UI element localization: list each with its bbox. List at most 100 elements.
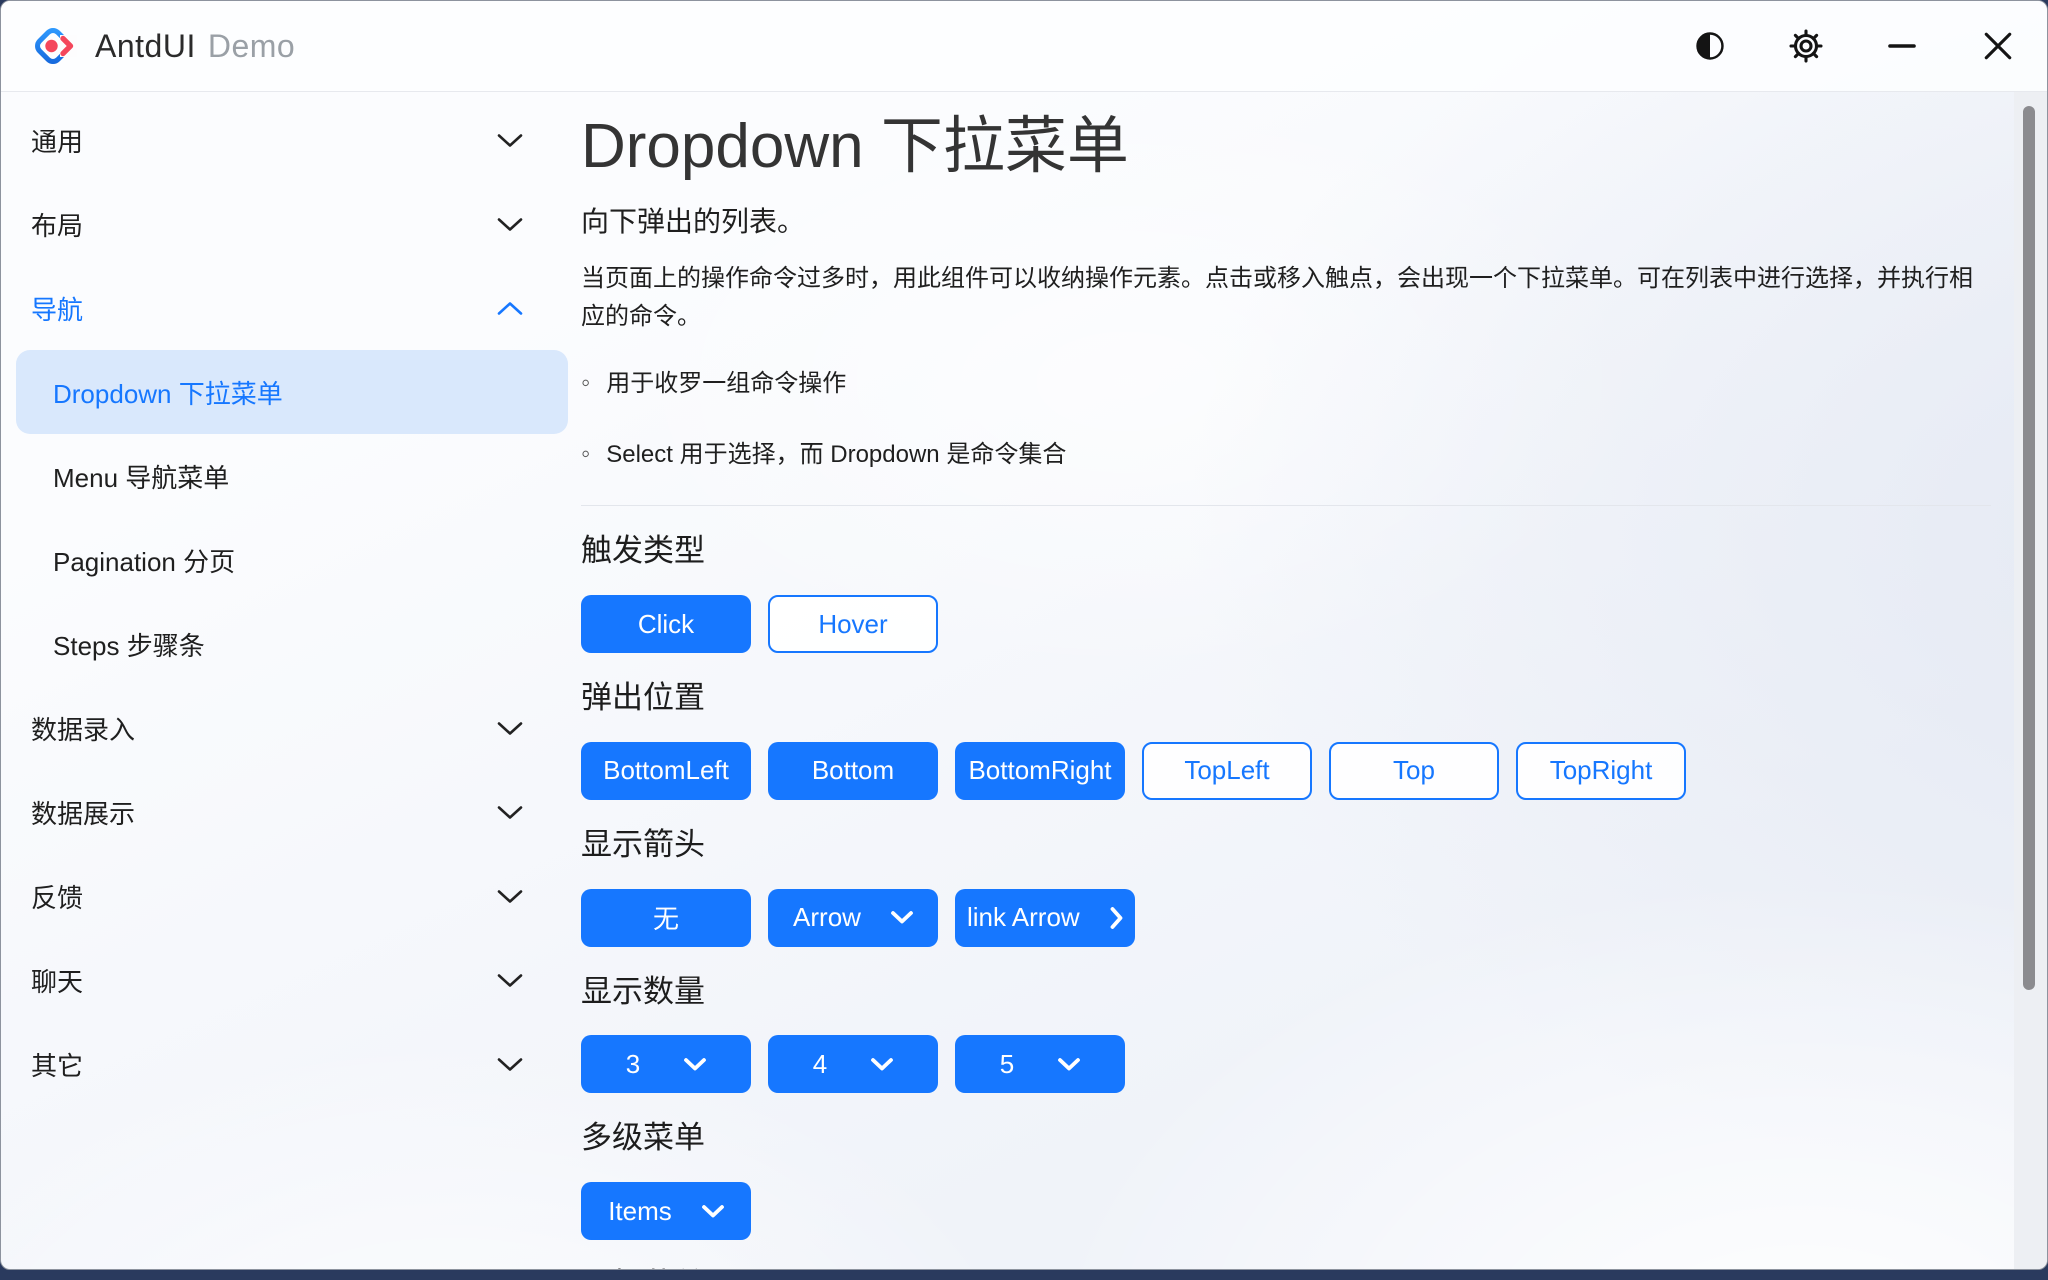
chevron-down-icon xyxy=(702,1205,724,1218)
section-icon-menu: 图标菜单 xyxy=(581,1266,1991,1270)
sidebar-category-layout[interactable]: 布局 xyxy=(16,182,568,266)
chevron-down-icon xyxy=(871,1058,893,1071)
button-label: Arrow xyxy=(793,902,861,933)
section-divider xyxy=(581,505,1991,506)
page-description: 当页面上的操作命令过多时，用此组件可以收纳操作元素。点击或移入触点，会出现一个下… xyxy=(581,260,1991,338)
placement-bottomright-button[interactable]: BottomRight xyxy=(955,742,1125,800)
page-subtitle: 向下弹出的列表。 xyxy=(581,200,1991,240)
chevron-down-icon xyxy=(497,889,523,904)
vertical-scrollbar-track[interactable] xyxy=(2014,92,2047,1269)
app-title: AntdUIDemo xyxy=(95,28,295,65)
chevron-down-icon xyxy=(497,973,523,988)
bullet-text: Select 用于选择，而 Dropdown 是命令集合 xyxy=(606,434,1066,469)
section-placement: 弹出位置 BottomLeft Bottom BottomRight TopLe… xyxy=(581,679,1991,800)
list-item: ◦ Select 用于选择，而 Dropdown 是命令集合 xyxy=(581,434,1991,469)
sidebar-category-chat[interactable]: 聊天 xyxy=(16,938,568,1022)
button-label: TopLeft xyxy=(1184,755,1269,786)
chevron-down-icon xyxy=(497,721,523,736)
button-label: TopRight xyxy=(1550,755,1653,786)
chevron-right-icon xyxy=(1110,907,1123,929)
placement-topright-button[interactable]: TopRight xyxy=(1516,742,1686,800)
section-trigger-type: 触发类型 Click Hover xyxy=(581,532,1991,653)
chevron-down-icon xyxy=(497,1057,523,1072)
button-label: Bottom xyxy=(812,755,894,786)
sidebar-item-steps[interactable]: Steps 步骤条 xyxy=(16,602,568,686)
button-label: 4 xyxy=(813,1049,827,1080)
button-label: link Arrow xyxy=(967,902,1080,933)
placement-bottomleft-button[interactable]: BottomLeft xyxy=(581,742,751,800)
theme-toggle-button[interactable] xyxy=(1685,21,1735,71)
titlebar-actions xyxy=(1685,21,2047,71)
section-heading: 弹出位置 xyxy=(581,679,1991,718)
close-button[interactable] xyxy=(1973,21,2023,71)
sidebar-item-pagination[interactable]: Pagination 分页 xyxy=(16,518,568,602)
section-heading: 显示数量 xyxy=(581,973,1991,1012)
chevron-down-icon xyxy=(1058,1058,1080,1071)
sidebar-label: Steps 步骤条 xyxy=(53,626,205,663)
sidebar-item-menu[interactable]: Menu 导航菜单 xyxy=(16,434,568,518)
gear-icon xyxy=(1788,28,1824,64)
button-row: Items xyxy=(581,1182,1991,1240)
sidebar-category-navigation[interactable]: 导航 xyxy=(16,266,568,350)
sidebar-label: 通用 xyxy=(31,122,83,159)
minimize-icon xyxy=(1887,31,1917,61)
bullet-marker: ◦ xyxy=(581,367,590,398)
bullet-marker: ◦ xyxy=(581,438,590,469)
arrow-dropdown-button[interactable]: Arrow xyxy=(768,889,938,947)
theme-half-circle-icon xyxy=(1693,29,1727,63)
placement-bottom-button[interactable]: Bottom xyxy=(768,742,938,800)
sidebar: 通用 布局 导航 Dropdown 下拉菜单 Me xyxy=(1,92,581,1269)
button-label: BottomLeft xyxy=(603,755,729,786)
count-3-dropdown[interactable]: 3 xyxy=(581,1035,751,1093)
main-area: 通用 布局 导航 Dropdown 下拉菜单 Me xyxy=(1,92,2047,1269)
placement-top-button[interactable]: Top xyxy=(1329,742,1499,800)
list-item: ◦ 用于收罗一组命令操作 xyxy=(581,363,1991,398)
button-label: BottomRight xyxy=(968,755,1111,786)
minimize-button[interactable] xyxy=(1877,21,1927,71)
count-5-dropdown[interactable]: 5 xyxy=(955,1035,1125,1093)
bullet-text: 用于收罗一组命令操作 xyxy=(606,363,846,398)
chevron-down-icon xyxy=(497,217,523,232)
sidebar-label: 聊天 xyxy=(31,962,83,999)
sidebar-category-data-entry[interactable]: 数据录入 xyxy=(16,686,568,770)
sidebar-category-feedback[interactable]: 反馈 xyxy=(16,854,568,938)
antdui-logo-icon xyxy=(29,22,77,70)
placement-topleft-button[interactable]: TopLeft xyxy=(1142,742,1312,800)
arrow-none-button[interactable]: 无 xyxy=(581,889,751,947)
sidebar-item-dropdown[interactable]: Dropdown 下拉菜单 xyxy=(16,350,568,434)
section-heading: 触发类型 xyxy=(581,532,1991,571)
titlebar: AntdUIDemo xyxy=(1,1,2047,92)
section-heading: 显示箭头 xyxy=(581,826,1991,865)
button-label: Items xyxy=(608,1196,672,1227)
sidebar-label: 其它 xyxy=(31,1046,83,1083)
close-icon xyxy=(1982,30,2014,62)
button-row: BottomLeft Bottom BottomRight TopLeft To… xyxy=(581,742,1991,800)
settings-button[interactable] xyxy=(1781,21,1831,71)
trigger-click-button[interactable]: Click xyxy=(581,595,751,653)
sidebar-label: Menu 导航菜单 xyxy=(53,458,229,495)
sidebar-category-data-display[interactable]: 数据展示 xyxy=(16,770,568,854)
app-title-primary: AntdUI xyxy=(95,28,196,64)
count-4-dropdown[interactable]: 4 xyxy=(768,1035,938,1093)
vertical-scrollbar-thumb[interactable] xyxy=(2023,106,2035,990)
button-row: 3 4 5 xyxy=(581,1035,1991,1093)
button-label: 3 xyxy=(626,1049,640,1080)
trigger-hover-button[interactable]: Hover xyxy=(768,595,938,653)
chevron-down-icon xyxy=(497,805,523,820)
section-heading: 多级菜单 xyxy=(581,1119,1991,1158)
chevron-up-icon xyxy=(497,301,523,316)
app-window: AntdUIDemo xyxy=(0,0,2048,1270)
section-multilevel-menu: 多级菜单 Items xyxy=(581,1119,1991,1240)
content-area: Dropdown 下拉菜单 向下弹出的列表。 当页面上的操作命令过多时，用此组件… xyxy=(581,92,2047,1269)
items-dropdown[interactable]: Items xyxy=(581,1182,751,1240)
sidebar-label: 数据展示 xyxy=(31,794,135,831)
sidebar-category-general[interactable]: 通用 xyxy=(16,98,568,182)
chevron-down-icon xyxy=(684,1058,706,1071)
sidebar-category-other[interactable]: 其它 xyxy=(16,1022,568,1106)
button-row: 无 Arrow link Arrow xyxy=(581,889,1991,947)
link-arrow-button[interactable]: link Arrow xyxy=(955,889,1135,947)
section-show-arrow: 显示箭头 无 Arrow link Arrow xyxy=(581,826,1991,947)
sidebar-label: 布局 xyxy=(31,206,83,243)
button-label: Click xyxy=(638,609,694,640)
button-label: 无 xyxy=(653,899,679,936)
